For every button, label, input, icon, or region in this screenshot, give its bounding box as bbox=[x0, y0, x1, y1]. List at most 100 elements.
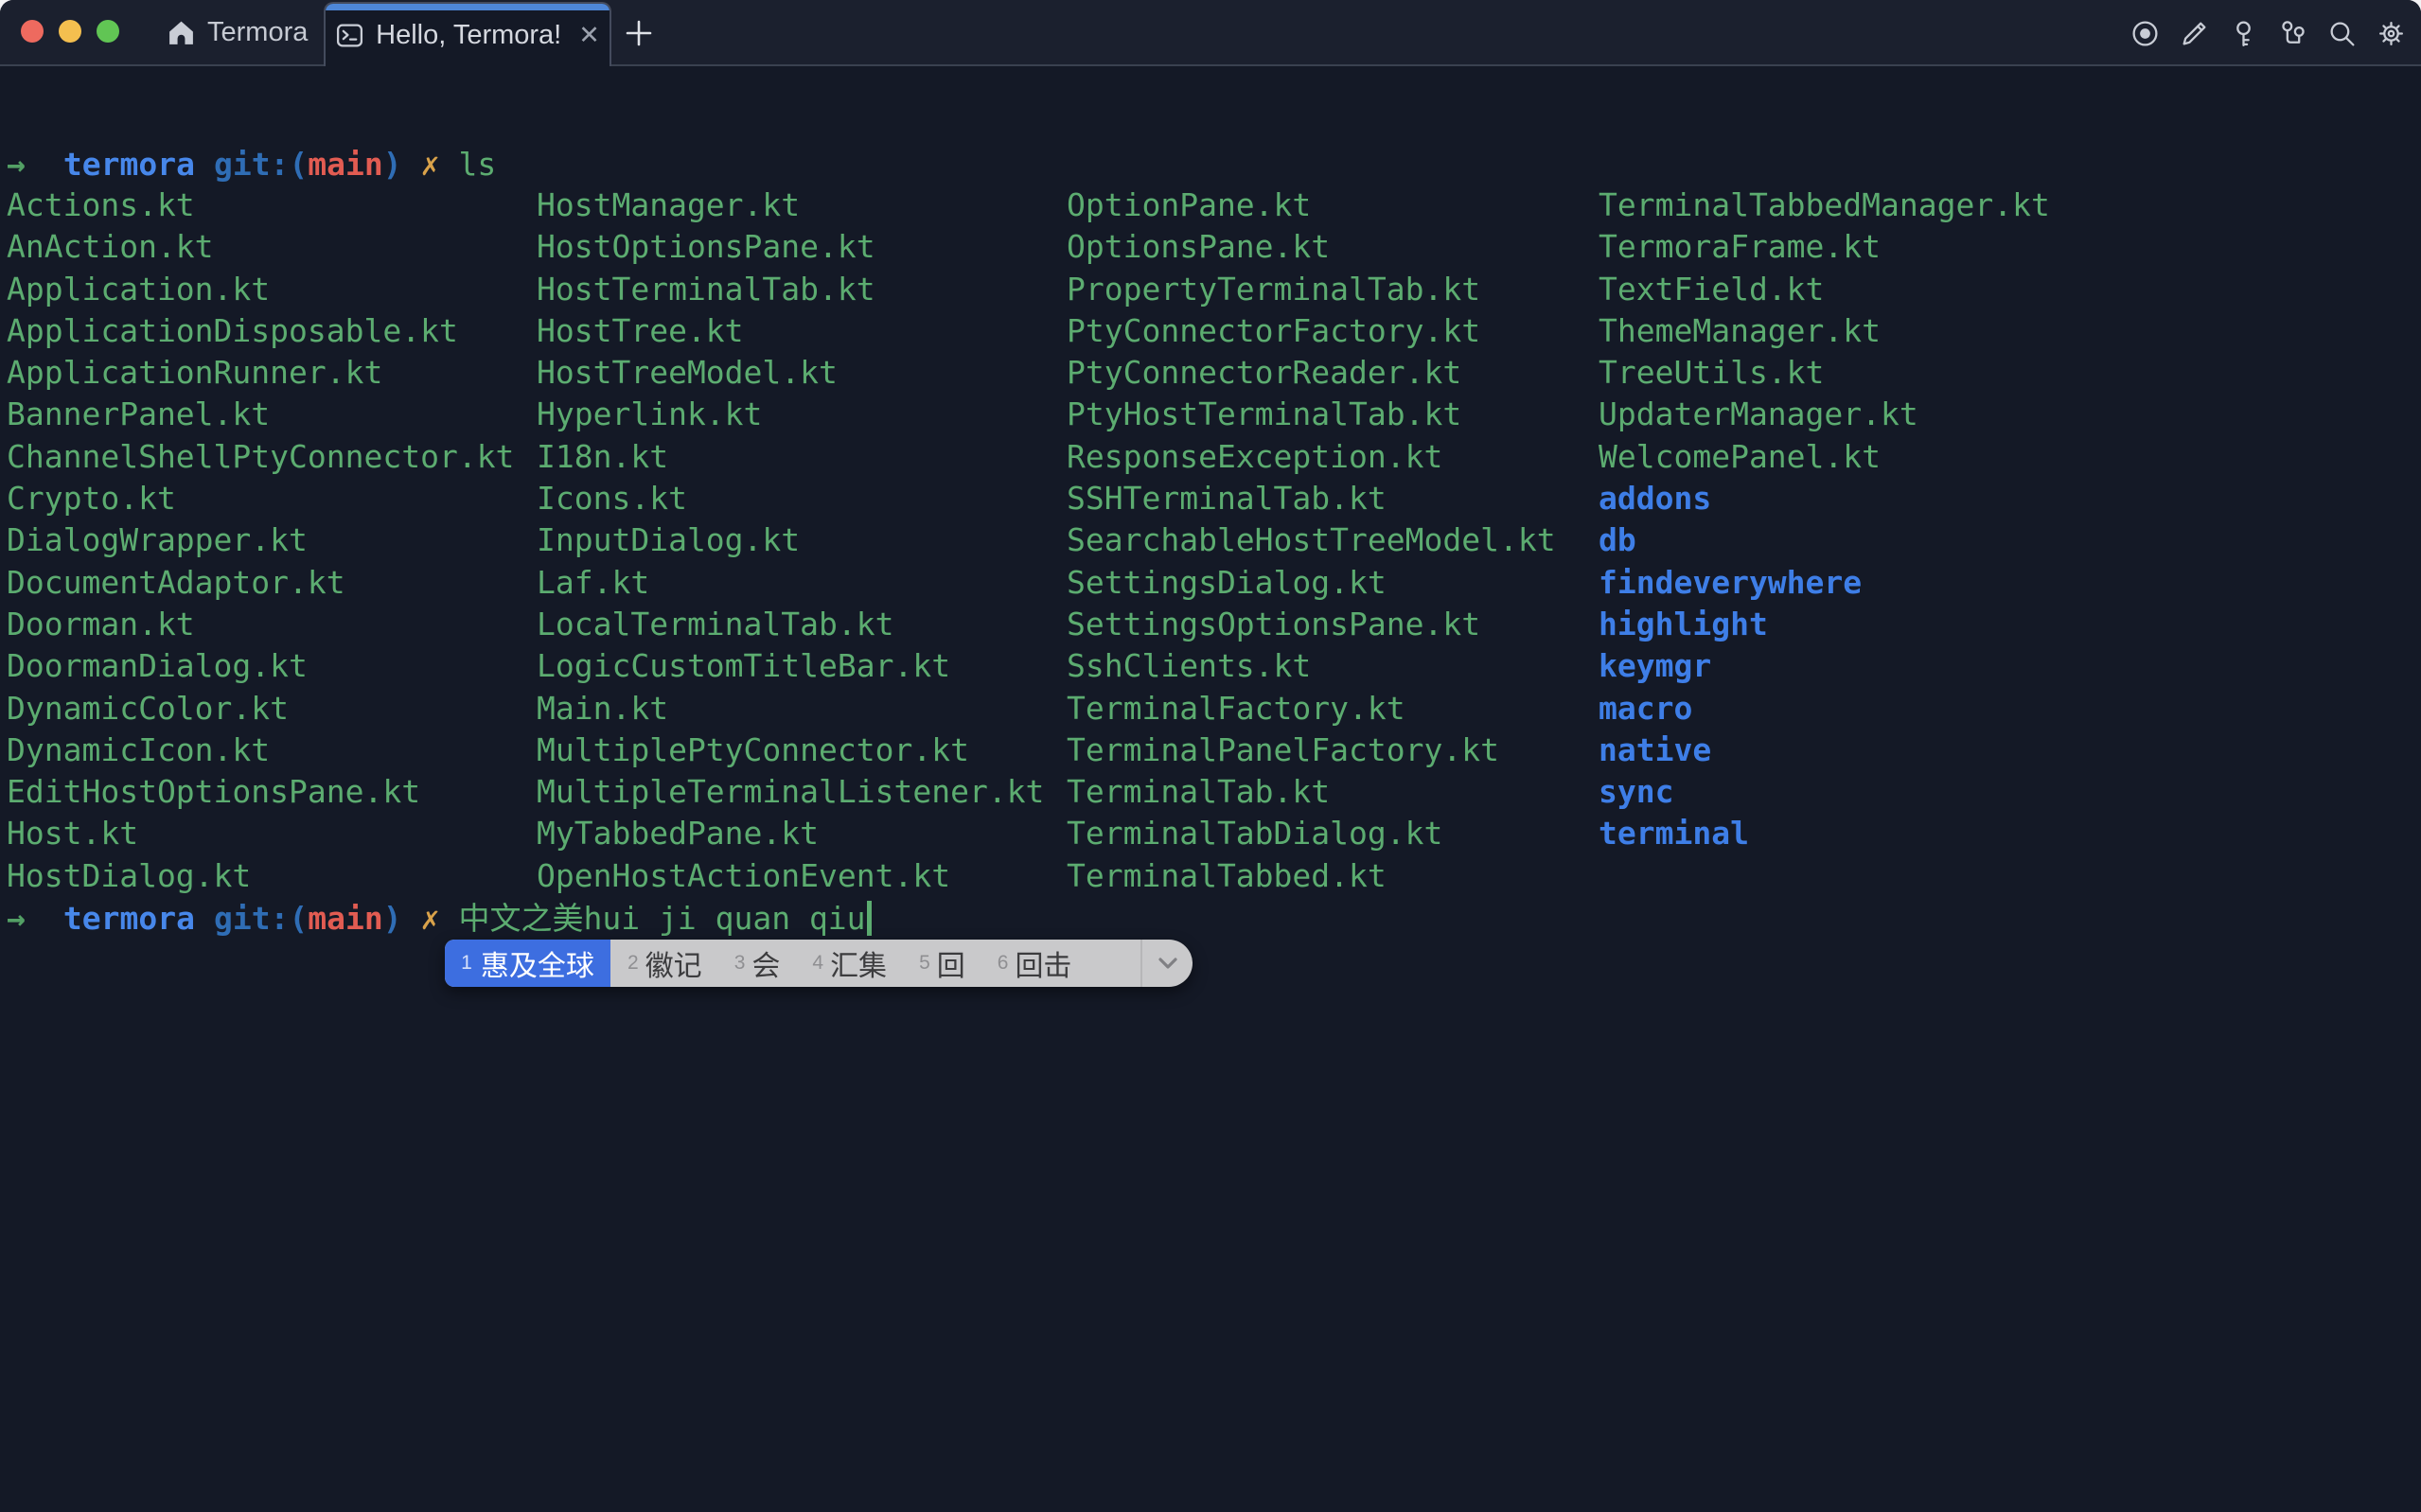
candidate-text: 徽记 bbox=[645, 942, 702, 984]
ime-candidate-selected[interactable]: 1 惠及全球 bbox=[445, 940, 610, 987]
traffic-lights bbox=[21, 20, 119, 43]
file-entry: ApplicationDisposable.kt bbox=[7, 310, 514, 352]
candidate-number: 3 bbox=[734, 952, 746, 975]
ime-candidate-bar: 1 惠及全球 2 徽记 3会 4 汇集 5回 6回击 bbox=[445, 940, 1193, 987]
tab-hello-termora[interactable]: Hello, Termora! ✕ bbox=[324, 2, 611, 66]
git-dirty-flag: ✗ bbox=[421, 900, 440, 937]
file-entry: TerminalFactory.kt bbox=[1067, 688, 1556, 730]
file-entry: Host.kt bbox=[7, 813, 514, 854]
file-entry: OpenHostActionEvent.kt bbox=[537, 855, 1044, 897]
home-icon bbox=[167, 18, 196, 47]
file-entry: PtyConnectorReader.kt bbox=[1067, 352, 1556, 394]
dir-entry: macro bbox=[1599, 688, 2050, 730]
git-suffix: ) bbox=[383, 146, 402, 183]
candidate-number: 5 bbox=[919, 952, 930, 975]
file-entry: TermoraFrame.kt bbox=[1599, 226, 2050, 268]
settings-icon[interactable] bbox=[2377, 19, 2406, 48]
zoom-window-button[interactable] bbox=[97, 20, 119, 43]
file-entry: SSHTerminalTab.kt bbox=[1067, 478, 1556, 519]
candidate-number: 6 bbox=[998, 952, 1009, 975]
candidate-text: 回 bbox=[937, 942, 965, 984]
branch-icon[interactable] bbox=[2278, 19, 2307, 48]
candidate-number: 2 bbox=[627, 952, 639, 975]
file-entry: TerminalPanelFactory.kt bbox=[1067, 730, 1556, 771]
file-entry: SshClients.kt bbox=[1067, 645, 1556, 687]
search-icon[interactable] bbox=[2327, 19, 2357, 48]
file-entry: Application.kt bbox=[7, 269, 514, 310]
file-entry: DynamicIcon.kt bbox=[7, 730, 514, 771]
file-entry: DialogWrapper.kt bbox=[7, 519, 514, 561]
tab-close-icon[interactable]: ✕ bbox=[578, 23, 600, 48]
file-entry: ChannelShellPtyConnector.kt bbox=[7, 436, 514, 478]
title-bar: Termora Hello, Termora! ✕ bbox=[0, 0, 2421, 66]
candidate-number: 1 bbox=[461, 952, 472, 975]
file-entry: Crypto.kt bbox=[7, 478, 514, 519]
dir-entry: native bbox=[1599, 730, 2050, 771]
ime-candidate[interactable]: 5回 bbox=[919, 942, 965, 984]
git-branch: main bbox=[308, 146, 382, 183]
termora-window: Termora Hello, Termora! ✕ bbox=[0, 0, 2421, 1512]
close-window-button[interactable] bbox=[21, 20, 44, 43]
file-entry: HostTree.kt bbox=[537, 310, 1044, 352]
key-icon[interactable] bbox=[2229, 19, 2258, 48]
prompt-line-ls: → termora git:( main ) ✗ ls bbox=[7, 143, 496, 185]
file-entry: TextField.kt bbox=[1599, 269, 2050, 310]
prompt-dir: termora bbox=[63, 146, 195, 183]
git-suffix: ) bbox=[383, 900, 402, 937]
prompt-arrow: → bbox=[7, 900, 26, 937]
file-entry: TreeUtils.kt bbox=[1599, 352, 2050, 394]
file-entry: PtyHostTerminalTab.kt bbox=[1067, 394, 1556, 435]
prompt-arrow: → bbox=[7, 146, 26, 183]
file-entry: OptionsPane.kt bbox=[1067, 226, 1556, 268]
ime-composition-text: 中文之美hui ji quan qiu bbox=[459, 893, 866, 943]
ime-candidate[interactable]: 6回击 bbox=[998, 942, 1072, 984]
file-entry: MultiplePtyConnector.kt bbox=[537, 730, 1044, 771]
dir-entry: db bbox=[1599, 519, 2050, 561]
file-entry: HostDialog.kt bbox=[7, 855, 514, 897]
file-entry: HostOptionsPane.kt bbox=[537, 226, 1044, 268]
git-branch: main bbox=[308, 900, 382, 937]
prompt-line-input: → termora git:( main ) ✗ 中文之美hui ji quan… bbox=[7, 897, 872, 939]
file-entry: ResponseException.kt bbox=[1067, 436, 1556, 478]
file-entry: TerminalTabDialog.kt bbox=[1067, 813, 1556, 854]
file-entry: SettingsOptionsPane.kt bbox=[1067, 604, 1556, 645]
file-entry: ThemeManager.kt bbox=[1599, 310, 2050, 352]
file-entry: WelcomePanel.kt bbox=[1599, 436, 2050, 478]
candidate-text: 汇集 bbox=[830, 942, 887, 984]
candidate-text: 会 bbox=[751, 942, 780, 984]
ime-candidate[interactable]: 2 徽记 bbox=[627, 942, 702, 984]
listing-column-4: TerminalTabbedManager.ktTermoraFrame.ktT… bbox=[1599, 185, 2050, 855]
git-prefix: git:( bbox=[214, 146, 308, 183]
file-entry: LocalTerminalTab.kt bbox=[537, 604, 1044, 645]
edit-icon[interactable] bbox=[2180, 19, 2209, 48]
minimize-window-button[interactable] bbox=[59, 20, 81, 43]
listing-column-3: OptionPane.ktOptionsPane.ktPropertyTermi… bbox=[1067, 185, 1556, 897]
file-entry: SettingsDialog.kt bbox=[1067, 562, 1556, 604]
file-entry: Icons.kt bbox=[537, 478, 1044, 519]
file-entry: AnAction.kt bbox=[7, 226, 514, 268]
candidate-number: 4 bbox=[812, 952, 823, 975]
file-entry: HostTerminalTab.kt bbox=[537, 269, 1044, 310]
file-entry: DoormanDialog.kt bbox=[7, 645, 514, 687]
file-entry: Actions.kt bbox=[7, 185, 514, 226]
terminal-screen[interactable]: → termora git:( main ) ✗ ls Actions.ktAn… bbox=[0, 66, 2421, 1512]
file-entry: OptionPane.kt bbox=[1067, 185, 1556, 226]
file-entry: HostTreeModel.kt bbox=[537, 352, 1044, 394]
dir-entry: terminal bbox=[1599, 813, 2050, 854]
file-entry: MultipleTerminalListener.kt bbox=[537, 771, 1044, 813]
ime-more-button[interactable] bbox=[1140, 940, 1193, 987]
file-entry: UpdaterManager.kt bbox=[1599, 394, 2050, 435]
ime-candidate[interactable]: 3会 bbox=[734, 942, 781, 984]
file-entry: Doorman.kt bbox=[7, 604, 514, 645]
file-entry: PropertyTerminalTab.kt bbox=[1067, 269, 1556, 310]
dir-entry: addons bbox=[1599, 478, 2050, 519]
record-icon[interactable] bbox=[2130, 19, 2160, 48]
file-entry: TerminalTab.kt bbox=[1067, 771, 1556, 813]
app-home[interactable]: Termora bbox=[167, 0, 308, 64]
tab-title: Hello, Termora! bbox=[376, 20, 561, 51]
dir-entry: sync bbox=[1599, 771, 2050, 813]
ime-candidate[interactable]: 4 汇集 bbox=[812, 942, 887, 984]
new-tab-button[interactable] bbox=[623, 17, 655, 49]
listing-column-1: Actions.ktAnAction.ktApplication.ktAppli… bbox=[7, 185, 514, 897]
file-entry: DynamicColor.kt bbox=[7, 688, 514, 730]
